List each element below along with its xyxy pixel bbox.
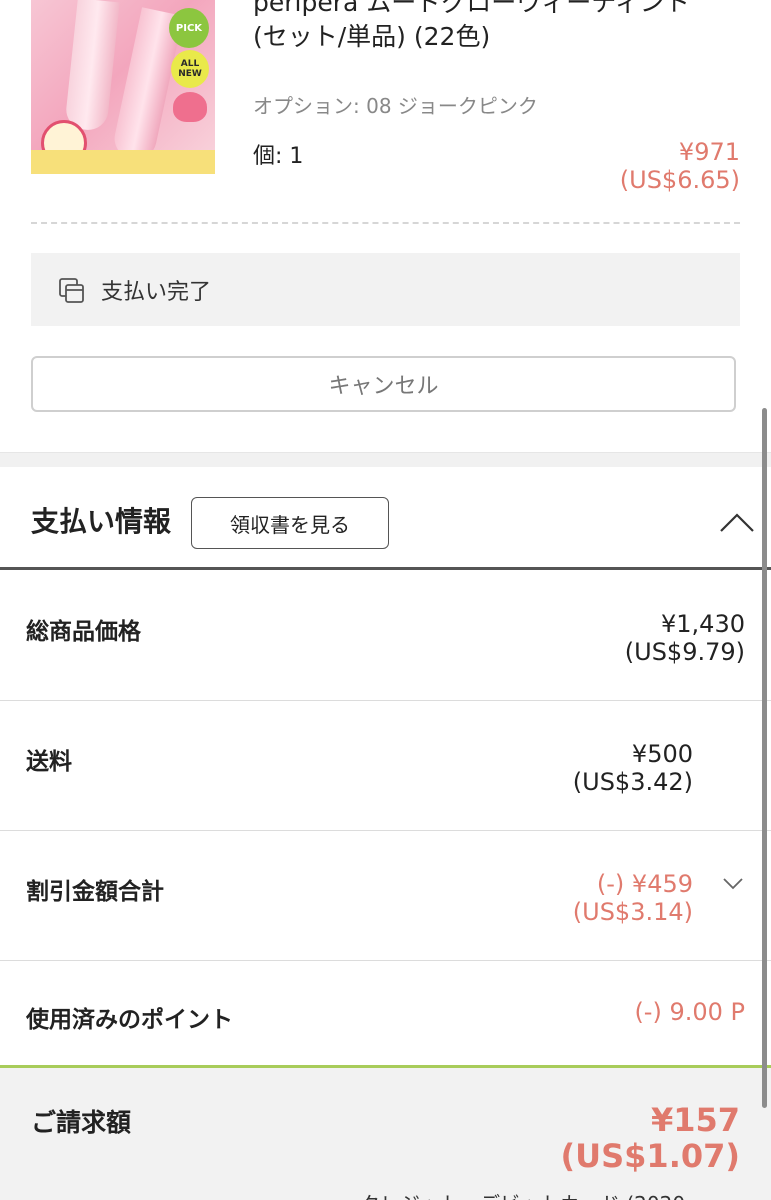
- product-price: ¥971 (US$6.65): [620, 138, 740, 194]
- product-name-line2: (セット/単品) (22色): [253, 22, 491, 51]
- view-receipt-button[interactable]: 領収書を見る: [191, 497, 389, 549]
- shipping-value: ¥500 (US$3.42): [573, 740, 693, 796]
- discount-row[interactable]: 割引金額合計 (-) ¥459 (US$3.14): [0, 830, 771, 961]
- total-usd: (US$1.07): [560, 1137, 741, 1175]
- shipping-jpy: ¥500: [631, 740, 693, 768]
- item-divider: [31, 222, 740, 224]
- payment-status-box: 支払い完了: [31, 253, 740, 326]
- subtotal-usd: (US$9.79): [624, 638, 745, 666]
- discount-label: 割引金額合計: [26, 879, 164, 905]
- discount-value: (-) ¥459 (US$3.14): [573, 870, 693, 926]
- order-detail-page: PICK ALL NEW peripera ムードグローウィーティント (セット…: [0, 0, 771, 1200]
- product-quantity: 個: 1: [253, 144, 304, 169]
- all-new-badge: ALL NEW: [171, 50, 209, 88]
- payment-info-title: 支払い情報: [31, 505, 172, 538]
- points-value: (-) 9.00 P: [634, 998, 745, 1026]
- chevron-up-icon[interactable]: [719, 510, 755, 534]
- product-price-jpy: ¥971: [678, 138, 740, 166]
- heart-sticker: [173, 92, 207, 122]
- discount-usd: (US$3.14): [572, 898, 693, 926]
- points-row: 使用済みのポイント (-) 9.00 P: [0, 960, 771, 1065]
- total-jpy: ¥157: [650, 1101, 740, 1139]
- total-value: ¥157 (US$1.07): [561, 1102, 741, 1174]
- subtotal-row: 総商品価格 ¥1,430 (US$9.79): [0, 570, 771, 701]
- product-name-line1: peripera ムードグローウィーティント: [253, 0, 690, 17]
- product-price-usd: (US$6.65): [619, 166, 740, 194]
- subtotal-jpy: ¥1,430: [661, 610, 745, 638]
- image-bottom-strip: [31, 150, 215, 174]
- cancel-button[interactable]: キャンセル: [31, 356, 736, 412]
- shipping-usd: (US$3.42): [572, 768, 693, 796]
- product-tube-image: [64, 0, 120, 132]
- section-separator: [0, 452, 771, 467]
- shipping-label: 送料: [26, 749, 72, 775]
- subtotal-label: 総商品価格: [26, 619, 141, 645]
- product-name[interactable]: peripera ムードグローウィーティント (セット/単品) (22色): [253, 0, 753, 54]
- shipping-row: 送料 ¥500 (US$3.42): [0, 700, 771, 831]
- scrollbar[interactable]: [762, 408, 767, 1108]
- product-option: オプション: 08 ジョークピンク: [253, 94, 538, 118]
- payment-complete-icon: [59, 277, 84, 303]
- payment-method: クレジット・デビットカード (2020: [360, 1188, 685, 1200]
- subtotal-value: ¥1,430 (US$9.79): [625, 610, 745, 666]
- total-label: ご請求額: [31, 1108, 132, 1137]
- payment-status-label: 支払い完了: [101, 279, 212, 305]
- points-label: 使用済みのポイント: [26, 1007, 233, 1033]
- chevron-down-icon[interactable]: [722, 877, 744, 891]
- discount-jpy: (-) ¥459: [596, 870, 693, 898]
- pick-badge: PICK: [169, 8, 209, 48]
- product-thumbnail[interactable]: PICK ALL NEW: [31, 0, 215, 174]
